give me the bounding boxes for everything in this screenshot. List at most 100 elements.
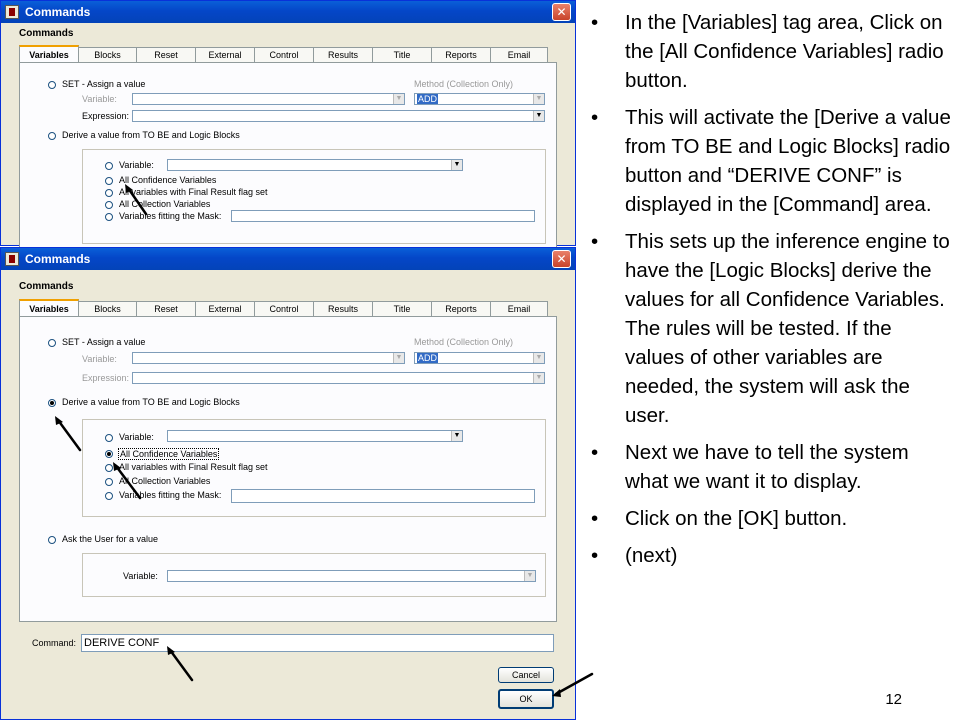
expression-label: Expression: (82, 111, 130, 121)
tab-reset[interactable]: Reset (136, 301, 196, 316)
window-title: Commands (25, 252, 91, 266)
chevron-down-icon[interactable]: ▼ (533, 94, 544, 104)
chevron-down-icon[interactable]: ▼ (451, 160, 462, 170)
set-label: SET - Assign a value (62, 79, 146, 89)
option-label: All variables with Final Result flag set (119, 187, 268, 197)
bullet-glyph: • (591, 230, 599, 253)
title-bar: Commands ✕ (1, 248, 575, 270)
option-radio[interactable] (105, 201, 113, 209)
close-icon[interactable]: ✕ (552, 250, 571, 268)
variable-select[interactable]: ▼ (132, 352, 405, 364)
chevron-down-icon[interactable]: ▼ (533, 111, 544, 121)
bullet-item: • Click on the [OK] button. (588, 504, 954, 533)
tab-bar: Variables Blocks Reset External Control … (19, 299, 548, 316)
tab-reports[interactable]: Reports (431, 47, 491, 62)
bullet-glyph: • (591, 11, 599, 34)
derive-label: Derive a value from TO BE and Logic Bloc… (62, 397, 240, 407)
set-radio[interactable] (48, 81, 56, 89)
sub-variable-select[interactable]: ▼ (167, 159, 463, 171)
option-radio[interactable] (105, 189, 113, 197)
expression-label: Expression: (82, 373, 130, 383)
tab-email[interactable]: Email (490, 301, 548, 316)
expression-input[interactable]: ▼ (132, 372, 545, 384)
all-confidence-radio[interactable] (105, 450, 113, 458)
bullet-text: This will activate the [Derive a value f… (625, 106, 951, 216)
bullet-item: • This sets up the inference engine to ha… (588, 227, 954, 430)
set-radio[interactable] (48, 339, 56, 347)
derive-radio[interactable] (48, 132, 56, 140)
sub-variable-label: Variable: (119, 160, 154, 170)
ask-variable-select[interactable]: ▼ (167, 570, 536, 582)
tab-control[interactable]: Control (254, 47, 314, 62)
tab-external[interactable]: External (195, 301, 255, 316)
tab-blocks[interactable]: Blocks (78, 301, 137, 316)
title-bar: Commands ✕ (1, 1, 575, 23)
collection-label: All Collection Variables (119, 476, 211, 486)
ask-group: Variable: ▼ (82, 553, 546, 597)
chevron-down-icon[interactable]: ▼ (533, 373, 544, 383)
bullet-text: Next we have to tell the system what we … (625, 441, 909, 493)
ask-user-radio[interactable] (48, 536, 56, 544)
sub-variable-radio[interactable] (105, 162, 113, 170)
tab-email[interactable]: Email (490, 47, 548, 62)
collection-radio[interactable] (105, 478, 113, 486)
tab-control[interactable]: Control (254, 301, 314, 316)
method-select[interactable]: ADD ▼ (414, 93, 545, 105)
tab-reset[interactable]: Reset (136, 47, 196, 62)
option-radio[interactable] (105, 177, 113, 185)
bullet-text: (next) (625, 544, 678, 567)
bullet-text: This sets up the inference engine to hav… (625, 230, 950, 427)
set-label: SET - Assign a value (62, 337, 146, 347)
chevron-down-icon[interactable]: ▼ (533, 353, 544, 363)
mask-radio[interactable] (105, 492, 113, 500)
chevron-down-icon[interactable]: ▼ (451, 431, 462, 441)
close-icon[interactable]: ✕ (552, 3, 571, 21)
bullet-glyph: • (591, 441, 599, 464)
bullet-glyph: • (591, 507, 599, 530)
derive-label: Derive a value from TO BE and Logic Bloc… (62, 130, 240, 140)
chevron-down-icon[interactable]: ▼ (524, 571, 535, 581)
method-label: Method (Collection Only) (414, 79, 514, 89)
option-label: All Collection Variables (119, 199, 211, 209)
ask-user-label: Ask the User for a value (62, 534, 159, 544)
tab-title[interactable]: Title (372, 301, 432, 316)
tab-variables[interactable]: Variables (19, 299, 79, 316)
ask-variable-label: Variable: (123, 571, 158, 581)
variables-panel: SET - Assign a value Method (Collection … (19, 316, 557, 622)
ok-button[interactable]: OK (498, 689, 554, 709)
derive-radio[interactable] (48, 399, 56, 407)
variable-select[interactable]: ▼ (132, 93, 405, 105)
tab-variables[interactable]: Variables (19, 45, 79, 62)
final-result-radio[interactable] (105, 464, 113, 472)
final-result-label: All variables with Final Result flag set (119, 462, 268, 472)
command-input[interactable]: DERIVE CONF (81, 634, 554, 652)
expression-input[interactable]: ▼ (132, 110, 545, 122)
chevron-down-icon[interactable]: ▼ (393, 94, 404, 104)
option-label: All Confidence Variables (119, 175, 217, 185)
window-title: Commands (25, 5, 91, 19)
instruction-list: • In the [Variables] tag area, Click on t… (588, 8, 954, 578)
command-label: Command: (32, 638, 77, 648)
bullet-item: • In the [Variables] tag area, Click on t… (588, 8, 954, 95)
tab-results[interactable]: Results (313, 47, 373, 62)
mask-input[interactable] (231, 489, 535, 503)
tab-external[interactable]: External (195, 47, 255, 62)
tab-title[interactable]: Title (372, 47, 432, 62)
chevron-down-icon[interactable]: ▼ (393, 353, 404, 363)
option-radio[interactable] (105, 213, 113, 221)
sub-variable-radio[interactable] (105, 434, 113, 442)
derive-group: Variable: ▼ All Confidence Variables All… (82, 419, 546, 517)
tab-blocks[interactable]: Blocks (78, 47, 137, 62)
page-number: 12 (885, 691, 902, 708)
mask-input[interactable] (231, 210, 535, 222)
tab-reports[interactable]: Reports (431, 301, 491, 316)
method-value: ADD (417, 353, 439, 363)
sub-variable-label: Variable: (119, 432, 154, 442)
cancel-button[interactable]: Cancel (498, 667, 554, 683)
bullet-text: In the [Variables] tag area, Click on th… (625, 11, 944, 92)
method-select[interactable]: ADD ▼ (414, 352, 545, 364)
mask-label: Variables fitting the Mask: (119, 490, 222, 500)
sub-variable-select[interactable]: ▼ (167, 430, 463, 442)
bullet-item: • Next we have to tell the system what we… (588, 438, 954, 496)
tab-results[interactable]: Results (313, 301, 373, 316)
